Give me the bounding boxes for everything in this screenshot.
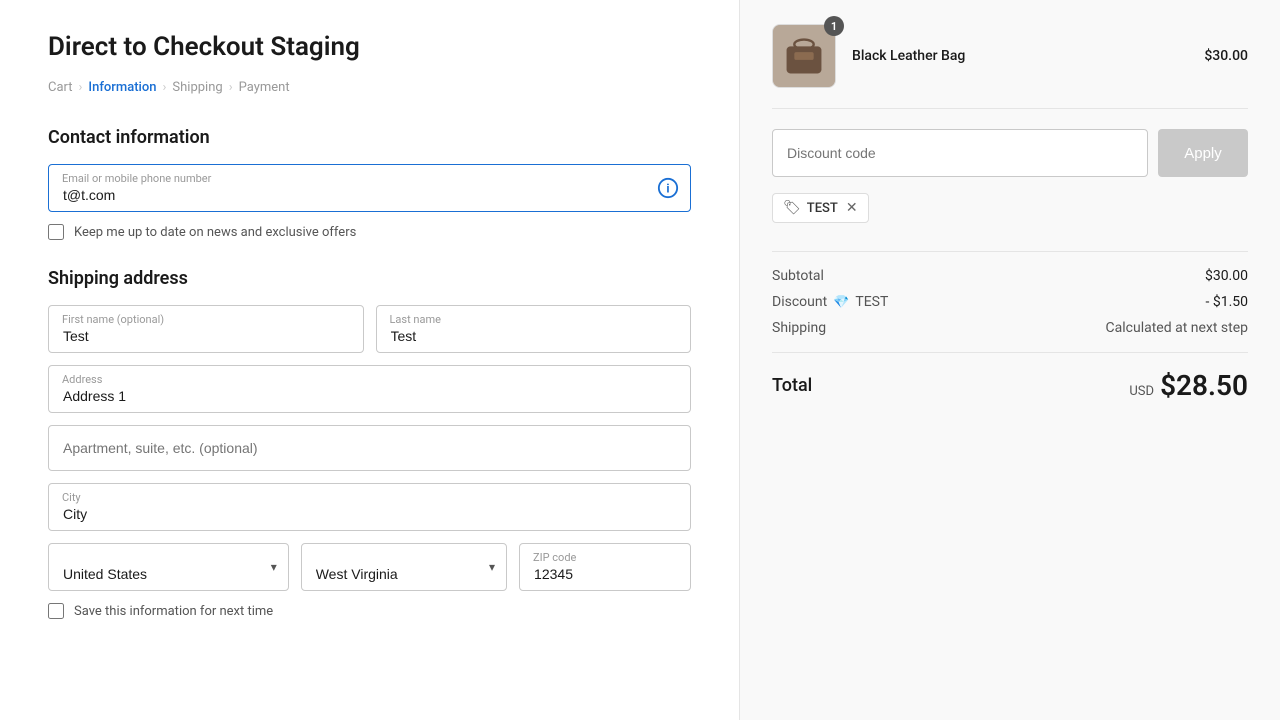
left-panel: Direct to Checkout Staging Cart › Inform…: [0, 0, 740, 720]
shipping-section-title: Shipping address: [48, 268, 691, 289]
last-name-group: Last name: [376, 305, 692, 353]
bag-image-svg: [773, 25, 835, 87]
discount-tag-remove[interactable]: ✕: [846, 200, 858, 216]
product-name: Black Leather Bag: [852, 48, 1188, 64]
last-name-field[interactable]: [376, 305, 692, 353]
total-value-group: USD $28.50: [1129, 369, 1248, 402]
name-row: First name (optional) Last name: [48, 305, 691, 353]
total-currency: USD: [1129, 384, 1154, 399]
info-icon: i: [657, 177, 679, 199]
breadcrumb: Cart › Information › Shipping › Payment: [48, 80, 691, 95]
discount-label-group: Discount 💎 TEST: [772, 294, 888, 310]
product-price: $30.00: [1204, 48, 1248, 64]
right-panel: 1 Black Leather Bag $30.00 Apply 🏷 TEST …: [740, 0, 1280, 720]
total-row: Total USD $28.50: [772, 352, 1248, 402]
shipping-row: Shipping Calculated at next step: [772, 320, 1248, 336]
shipping-label: Shipping: [772, 320, 826, 336]
first-name-field[interactable]: [48, 305, 364, 353]
discount-summary-row: Discount 💎 TEST - $1.50: [772, 294, 1248, 310]
subtotal-label: Subtotal: [772, 268, 824, 284]
region-row: Country/Region United States ▾ State Wes…: [48, 543, 691, 591]
apartment-field[interactable]: [48, 425, 691, 471]
subtotal-row: Subtotal $30.00: [772, 268, 1248, 284]
product-image: [772, 24, 836, 88]
city-field[interactable]: [48, 483, 691, 531]
breadcrumb-information[interactable]: Information: [88, 80, 156, 95]
save-info-label: Save this information for next time: [74, 604, 273, 619]
discount-input[interactable]: [772, 129, 1148, 177]
discount-code-label: TEST: [855, 294, 888, 310]
product-row: 1 Black Leather Bag $30.00: [772, 24, 1248, 109]
newsletter-checkbox[interactable]: [48, 224, 64, 240]
breadcrumb-sep-2: ›: [163, 80, 167, 95]
contact-section-title: Contact information: [48, 127, 691, 148]
total-amount: $28.50: [1160, 369, 1248, 402]
svg-text:i: i: [666, 182, 669, 196]
email-input-group: Email or mobile phone number i: [48, 164, 691, 212]
breadcrumb-sep-1: ›: [79, 80, 83, 95]
save-info-row: Save this information for next time: [48, 603, 691, 619]
total-label: Total: [772, 375, 812, 396]
breadcrumb-payment[interactable]: Payment: [239, 80, 290, 95]
product-quantity-badge: 1: [824, 16, 844, 36]
shipping-value: Calculated at next step: [1106, 320, 1248, 336]
country-select[interactable]: United States: [48, 543, 289, 591]
breadcrumb-shipping[interactable]: Shipping: [172, 80, 222, 95]
discount-gem-icon: 💎: [833, 295, 849, 310]
email-field[interactable]: [48, 164, 691, 212]
breadcrumb-sep-3: ›: [229, 80, 233, 95]
first-name-group: First name (optional): [48, 305, 364, 353]
apply-button[interactable]: Apply: [1158, 129, 1248, 177]
zip-group: ZIP code: [519, 543, 691, 591]
product-image-wrapper: 1: [772, 24, 836, 88]
save-info-checkbox[interactable]: [48, 603, 64, 619]
breadcrumb-cart[interactable]: Cart: [48, 80, 73, 95]
address-field[interactable]: [48, 365, 691, 413]
page-title: Direct to Checkout Staging: [48, 32, 691, 62]
newsletter-row: Keep me up to date on news and exclusive…: [48, 224, 691, 240]
discount-value: - $1.50: [1205, 294, 1248, 310]
discount-tag: 🏷 TEST ✕: [772, 193, 869, 223]
discount-tag-label: TEST: [807, 201, 838, 216]
state-select-wrapper: West Virginia ▾: [301, 543, 507, 591]
address-group: Address: [48, 365, 691, 413]
state-select[interactable]: West Virginia: [301, 543, 507, 591]
zip-field[interactable]: [519, 543, 691, 591]
subtotal-value: $30.00: [1205, 268, 1248, 284]
country-group: Country/Region United States ▾: [48, 543, 289, 591]
newsletter-label: Keep me up to date on news and exclusive…: [74, 225, 356, 240]
city-group: City: [48, 483, 691, 531]
summary-divider: [772, 251, 1248, 252]
apartment-group: [48, 425, 691, 471]
country-select-wrapper: United States ▾: [48, 543, 289, 591]
state-group: State West Virginia ▾: [301, 543, 507, 591]
tag-icon: 🏷: [783, 200, 801, 216]
discount-summary-label: Discount: [772, 294, 827, 310]
discount-row: Apply: [772, 129, 1248, 177]
